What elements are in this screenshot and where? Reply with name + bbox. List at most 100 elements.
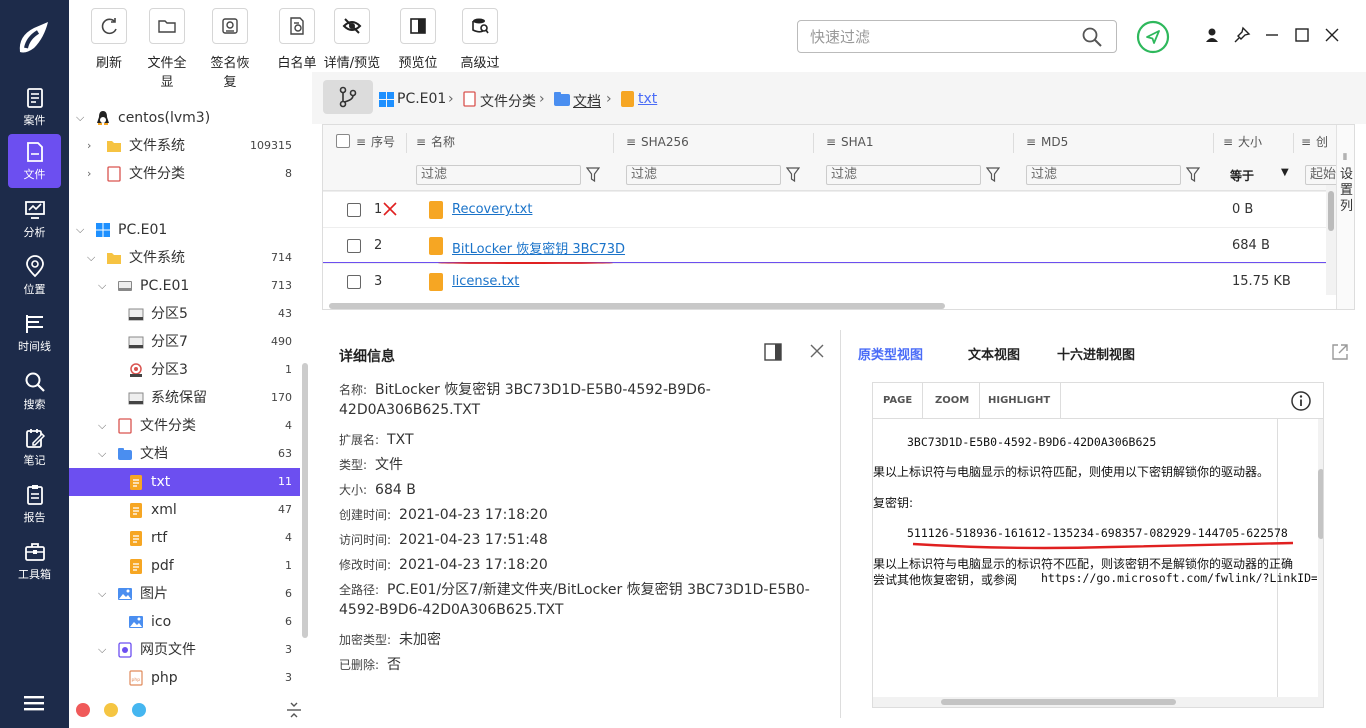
toolbar-panel-button[interactable]: 预览位置 xyxy=(393,8,443,90)
chevron-down-icon[interactable]: ⌵ xyxy=(87,244,99,272)
tree-item[interactable]: xml 47 xyxy=(69,496,300,524)
chevron-down-icon[interactable]: ⌵ xyxy=(76,104,88,132)
zoom-button[interactable]: ZOOM xyxy=(925,383,981,419)
col-menu-icon[interactable]: ≡ xyxy=(826,125,836,159)
select-all-checkbox[interactable] xyxy=(336,134,350,148)
red-status-dot[interactable] xyxy=(76,703,90,717)
tree-item[interactable]: ⌵ 文件分类 4 xyxy=(69,412,300,440)
quick-filter-search[interactable] xyxy=(797,20,1117,53)
col-header-created[interactable]: 创 xyxy=(1316,125,1328,159)
col-header-size[interactable]: 大小 xyxy=(1238,125,1262,159)
toolbar-signature-button[interactable]: 签名恢复 xyxy=(205,8,255,90)
nav-item-analysis[interactable]: 分析 xyxy=(0,192,69,246)
chevron-right-icon[interactable]: › xyxy=(87,132,99,160)
external-link-icon[interactable] xyxy=(1330,342,1350,362)
nav-item-report[interactable]: 报告 xyxy=(0,477,69,531)
row-checkbox[interactable] xyxy=(347,239,361,253)
chevron-down-icon[interactable]: ⌵ xyxy=(98,272,110,300)
breadcrumb-item-docs[interactable]: 文档 xyxy=(573,91,601,111)
tree-item[interactable]: ⌵ PC.E01 xyxy=(69,216,300,244)
tab-text-view[interactable]: 文本视图 xyxy=(968,344,1020,363)
info-icon[interactable] xyxy=(1290,390,1312,412)
maximize-icon[interactable] xyxy=(1293,26,1311,44)
file-name-link[interactable]: license.txt xyxy=(452,274,519,289)
viewer-hscroll[interactable] xyxy=(873,697,1323,707)
toolbar-eye-off-button[interactable]: 详情/预览 xyxy=(319,8,385,71)
nav-item-location[interactable]: 位置 xyxy=(0,249,69,303)
tree-item[interactable]: ico 6 xyxy=(69,608,300,636)
toolbar-advanced-filter-button[interactable]: 高级过滤 xyxy=(455,8,505,90)
user-icon[interactable] xyxy=(1203,26,1221,44)
tab-hex-view[interactable]: 十六进制视图 xyxy=(1057,344,1135,363)
tree-item[interactable]: 分区3 1 xyxy=(69,356,300,384)
tree-item[interactable]: 分区5 43 xyxy=(69,300,300,328)
chevron-right-icon[interactable]: › xyxy=(87,160,99,188)
tree-item[interactable]: › 文件分类 8 xyxy=(69,160,300,188)
close-details-icon[interactable] xyxy=(809,343,825,359)
breadcrumb-item-pc[interactable]: PC.E01 xyxy=(397,91,446,107)
tree-item[interactable]: ⌵ 文件系统 714 xyxy=(69,244,300,272)
filter-icon[interactable] xyxy=(986,167,1000,183)
col-menu-icon[interactable]: ≡ xyxy=(1301,125,1311,159)
tab-native-view[interactable]: 原类型视图 xyxy=(858,344,923,363)
table-row[interactable]: 3license.txt15.75 KB20 xyxy=(323,263,1354,299)
minimize-icon[interactable] xyxy=(1263,26,1281,44)
doc-link-url[interactable]: https://go.microsoft.com/fwlink/?LinkID=… xyxy=(1041,571,1317,585)
chevron-down-icon[interactable]: ⌵ xyxy=(98,412,110,440)
col-header-seq[interactable]: 序号 xyxy=(371,125,395,159)
chevron-down-icon[interactable]: ⌵ xyxy=(98,440,110,468)
col-menu-icon[interactable]: ≡ xyxy=(356,125,366,159)
search-icon[interactable] xyxy=(1082,27,1102,47)
row-checkbox[interactable] xyxy=(347,275,361,289)
toolbar-folder-button[interactable]: 文件全显 xyxy=(142,8,192,90)
sha256-filter-input[interactable]: 过滤 xyxy=(626,165,781,185)
menu-icon[interactable] xyxy=(24,695,44,711)
filter-icon[interactable] xyxy=(1186,167,1200,183)
pin-icon[interactable] xyxy=(1233,26,1251,44)
col-menu-icon[interactable]: ≡ xyxy=(626,125,636,159)
blue-status-dot[interactable] xyxy=(132,703,146,717)
chevron-down-icon[interactable]: ⌵ xyxy=(76,216,88,244)
toolbar-refresh-button[interactable]: 刷新 xyxy=(84,8,134,71)
tree-item[interactable]: › 文件系统 109315 xyxy=(69,132,300,160)
tree-item[interactable]: php php 3 xyxy=(69,664,300,692)
nav-item-toolbox[interactable]: 工具箱 xyxy=(0,534,69,588)
row-checkbox[interactable] xyxy=(347,203,361,217)
filter-icon[interactable] xyxy=(586,167,600,183)
table-hscroll-thumb[interactable] xyxy=(329,303,945,309)
col-header-name[interactable]: 名称 xyxy=(431,125,455,159)
collapse-tree-icon[interactable] xyxy=(285,700,303,720)
tree-scrollbar[interactable] xyxy=(302,363,308,638)
chevron-down-icon[interactable]: ⌵ xyxy=(98,580,110,608)
tree-item[interactable]: ⌵ 文档 63 xyxy=(69,440,300,468)
breadcrumb-item-category[interactable]: 文件分类 xyxy=(480,91,536,111)
sha1-filter-input[interactable]: 过滤 xyxy=(826,165,981,185)
md5-filter-input[interactable]: 过滤 xyxy=(1026,165,1181,185)
tree-item[interactable]: ⌵ 图片 6 xyxy=(69,580,300,608)
name-filter-input[interactable]: 过滤 xyxy=(416,165,581,185)
col-header-md5[interactable]: MD5 xyxy=(1041,125,1068,159)
tree-item[interactable]: 分区7 490 xyxy=(69,328,300,356)
nav-item-case[interactable]: 案件 xyxy=(0,80,69,134)
tree-item[interactable]: txt 11 xyxy=(69,468,300,496)
col-menu-icon[interactable]: ≡ xyxy=(1026,125,1036,159)
panel-toggle-icon[interactable] xyxy=(764,343,782,361)
tree-item[interactable]: ⌵ 网页文件 3 xyxy=(69,636,300,664)
file-name-link[interactable]: BitLocker 恢复密钥 3BC73D xyxy=(452,238,625,257)
nav-item-note[interactable]: 笔记 xyxy=(0,420,69,474)
tree-item[interactable]: ⌵ centos(lvm3) xyxy=(69,104,300,132)
highlight-button[interactable]: HIGHLIGHT xyxy=(978,383,1062,419)
settings-column-label[interactable]: 设置列 xyxy=(1340,167,1354,215)
search-input[interactable] xyxy=(798,21,1068,52)
col-menu-icon[interactable]: ≡ xyxy=(416,125,426,159)
page-button[interactable]: PAGE xyxy=(873,383,924,419)
viewer-vscroll[interactable] xyxy=(1318,419,1323,697)
nav-item-search[interactable]: 搜索 xyxy=(0,364,69,418)
tree-toggle-button[interactable] xyxy=(323,80,373,114)
column-settings-panel[interactable]: ⦀ 设置列 xyxy=(1336,125,1354,309)
col-menu-icon[interactable]: ≡ xyxy=(1223,125,1233,159)
col-header-sha256[interactable]: SHA256 xyxy=(641,125,689,159)
tree-item[interactable]: pdf 1 xyxy=(69,552,300,580)
tree-item[interactable]: 系统保留 170 xyxy=(69,384,300,412)
col-header-sha1[interactable]: SHA1 xyxy=(841,125,873,159)
